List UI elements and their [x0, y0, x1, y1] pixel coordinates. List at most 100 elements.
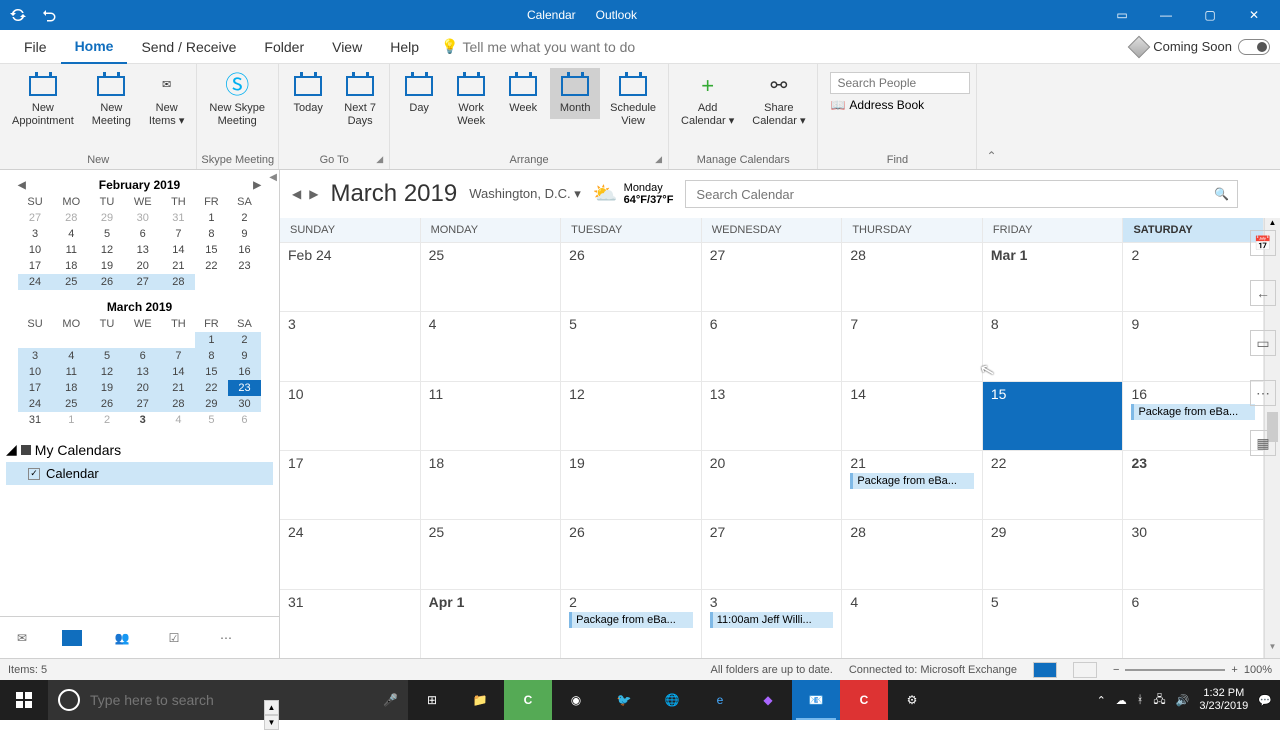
calendar-cell[interactable]: 30	[1123, 520, 1264, 588]
taskbar-search[interactable]: 🎤	[48, 680, 408, 720]
calendar-cell[interactable]: 5	[561, 312, 702, 380]
ribbon-display-icon[interactable]: ▭	[1102, 1, 1142, 29]
maximize-icon[interactable]: ▢	[1190, 1, 1230, 29]
mini-cal-day[interactable]: 28	[162, 274, 195, 290]
calendar-nav-icon[interactable]	[62, 630, 82, 646]
address-book-button[interactable]: 📖Address Book	[830, 98, 964, 112]
new-meeting-button[interactable]: New Meeting	[84, 68, 139, 132]
calendar-cell[interactable]: 29	[983, 520, 1124, 588]
add-calendar-button[interactable]: +Add Calendar ▾	[673, 68, 742, 132]
calendar-cell[interactable]: Feb 24	[280, 243, 421, 311]
mini-cal-day[interactable]: 10	[18, 364, 52, 380]
work-week-view-button[interactable]: Work Week	[446, 68, 496, 132]
task-view-icon[interactable]: ⊞	[408, 680, 456, 720]
mini-cal-day[interactable]: 22	[195, 258, 228, 274]
calendar-cell[interactable]: 8	[983, 312, 1124, 380]
calendar-cell[interactable]: 25	[421, 243, 562, 311]
mini-cal-day[interactable]: 15	[195, 364, 228, 380]
calendar-cell[interactable]: 17	[280, 451, 421, 519]
chrome-icon[interactable]: 🌐	[648, 680, 696, 720]
mini-cal-day[interactable]	[195, 274, 228, 290]
coming-soon[interactable]: Coming Soon	[1131, 39, 1270, 55]
calendar-cell[interactable]: 16Package from eBa...	[1123, 382, 1264, 450]
search-icon[interactable]: 🔍	[1214, 187, 1229, 201]
people-nav-icon[interactable]: 👥	[110, 626, 134, 650]
mini-cal-day[interactable]: 11	[52, 364, 90, 380]
coming-soon-toggle[interactable]	[1238, 39, 1270, 55]
mini-cal-day[interactable]: 30	[124, 210, 162, 226]
mail-nav-icon[interactable]: ✉	[10, 626, 34, 650]
mini-cal-day[interactable]: 10	[18, 242, 52, 258]
prev-month-icon[interactable]: ◀	[18, 180, 26, 191]
mini-cal-day[interactable]: 6	[124, 348, 162, 364]
calendar-item[interactable]: ✓Calendar	[6, 462, 273, 485]
mini-cal-day[interactable]: 7	[162, 226, 195, 242]
mini-cal-day[interactable]: 12	[91, 242, 124, 258]
mini-cal-day[interactable]: 2	[91, 412, 124, 428]
calendar-cell[interactable]: 14	[842, 382, 983, 450]
calendar-cell[interactable]: 4	[842, 590, 983, 658]
scroll-down-icon[interactable]: ▼	[264, 715, 279, 730]
mini-cal-day[interactable]	[91, 332, 124, 348]
cal-prev-icon[interactable]: ◀	[292, 187, 301, 201]
mini-cal-day[interactable]: 30	[228, 396, 261, 412]
settings-taskbar-icon[interactable]: ⚙	[888, 680, 936, 720]
steam-icon[interactable]: ◉	[552, 680, 600, 720]
mini-cal-day[interactable]: 21	[162, 258, 195, 274]
mini-cal-day[interactable]: 17	[18, 380, 52, 396]
mini-cal-day[interactable]: 29	[195, 396, 228, 412]
cal-next-icon[interactable]: ▶	[309, 187, 318, 201]
today-button[interactable]: Today	[283, 68, 333, 119]
camtasia-icon[interactable]: C	[504, 680, 552, 720]
search-people-input[interactable]	[830, 72, 970, 94]
mini-cal-day[interactable]: 4	[52, 226, 90, 242]
tab-file[interactable]: File	[10, 31, 61, 63]
month-view-button[interactable]: Month	[550, 68, 600, 119]
calendar-cell[interactable]: Apr 1	[421, 590, 562, 658]
mini-cal-day[interactable]: 28	[52, 210, 90, 226]
onedrive-icon[interactable]: ☁	[1116, 694, 1127, 707]
mini-cal-day[interactable]: 14	[162, 242, 195, 258]
skype-meeting-button[interactable]: ⓈNew Skype Meeting	[201, 68, 273, 132]
tab-view[interactable]: View	[318, 31, 376, 63]
mini-cal-day[interactable]: 27	[18, 210, 52, 226]
mini-cal-day[interactable]: 26	[91, 274, 124, 290]
mini-cal-day[interactable]: 29	[91, 210, 124, 226]
mini-cal-day[interactable]: 2	[228, 210, 261, 226]
action-center-icon[interactable]: 💬	[1258, 694, 1272, 707]
event-chip[interactable]: Package from eBa...	[850, 473, 974, 489]
calendar-cell[interactable]: 12	[561, 382, 702, 450]
event-chip[interactable]: Package from eBa...	[569, 612, 693, 628]
mini-cal-day[interactable]: 4	[162, 412, 195, 428]
mic-icon[interactable]: 🎤	[383, 693, 398, 707]
calendar-cell[interactable]: 6	[702, 312, 843, 380]
mini-cal-day[interactable]: 6	[124, 226, 162, 242]
mini-cal-day[interactable]: 12	[91, 364, 124, 380]
file-explorer-icon[interactable]: 📁	[456, 680, 504, 720]
mini-cal-day[interactable]: 9	[228, 226, 261, 242]
taskbar-clock[interactable]: 1:32 PM 3/23/2019	[1199, 687, 1248, 713]
mini-cal-day[interactable]	[18, 332, 52, 348]
location-selector[interactable]: Washington, D.C. ▾	[469, 186, 581, 202]
calendar-cell[interactable]: 5	[983, 590, 1124, 658]
calendar-cell[interactable]: 23	[1123, 451, 1264, 519]
mini-cal-day[interactable]: 11	[52, 242, 90, 258]
calendar-cell[interactable]: 6	[1123, 590, 1264, 658]
event-chip[interactable]: Package from eBa...	[1131, 404, 1255, 420]
minimize-icon[interactable]: —	[1146, 1, 1186, 29]
mini-cal-day[interactable]: 31	[162, 210, 195, 226]
mini-cal-day[interactable]: 3	[18, 226, 52, 242]
mini-cal-day[interactable]: 17	[18, 258, 52, 274]
close-icon[interactable]: ✕	[1234, 1, 1274, 29]
mini-cal-day[interactable]: 3	[18, 348, 52, 364]
new-items-button[interactable]: ✉New Items ▾	[141, 68, 192, 132]
volume-icon[interactable]: 🔊	[1176, 694, 1190, 707]
my-calendars-group[interactable]: ◢My Calendars	[6, 437, 273, 462]
collapse-nav-icon[interactable]: ◀	[269, 172, 277, 183]
mini-cal-day[interactable]: 5	[91, 226, 124, 242]
zoom-out-icon[interactable]: −	[1113, 664, 1119, 676]
calendar-cell[interactable]: 2Package from eBa...	[561, 590, 702, 658]
tray-overflow-icon[interactable]: ⌃	[1097, 694, 1106, 707]
tab-send-receive[interactable]: Send / Receive	[127, 31, 250, 63]
calendar-cell[interactable]: 311:00am Jeff Willi...	[702, 590, 843, 658]
